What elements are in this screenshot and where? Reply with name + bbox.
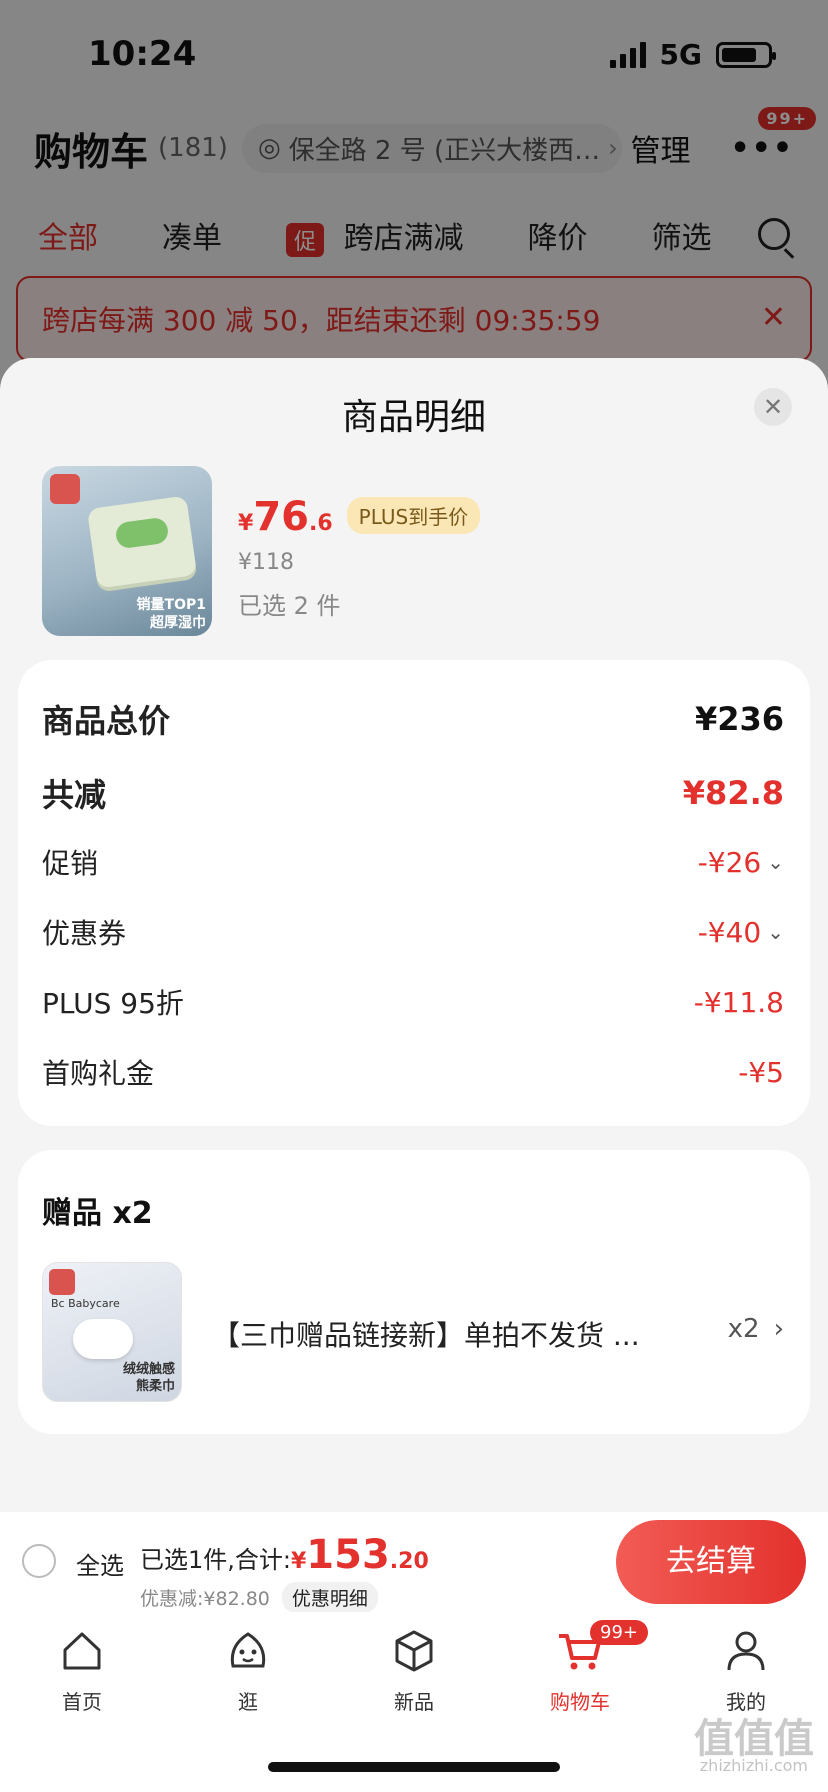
checkout-bar: 全选 已选1件,合计: ¥ 153 .20 优惠减:¥82.80 优惠明细 去结… [0,1512,828,1613]
plus-discount-row: PLUS 95折 -¥11.8 [42,985,784,1021]
brand-logo-icon [49,1269,75,1295]
product-summary: 销量TOP1 超厚湿巾 ¥ 76 .6 PLUS到手价 ¥118 已选 2 件 [42,466,786,636]
original-price: ¥118 [238,550,294,575]
chevron-down-icon: ⌄ [767,850,784,874]
plus-price-tag: PLUS到手价 [346,497,481,534]
chevron-right-icon: › [773,1314,784,1344]
tab-me[interactable]: 我的 [686,1626,806,1715]
product-image: 销量TOP1 超厚湿巾 [42,466,212,636]
gift-item-quantity[interactable]: x2 › [728,1314,784,1344]
total-line: 已选1件,合计: ¥ 153 .20 [140,1532,429,1578]
close-button[interactable]: ✕ [754,388,792,426]
user-icon [727,1631,765,1671]
polar-bear-icon [73,1319,133,1359]
cart-badge: 99+ [590,1620,648,1645]
promotion-row[interactable]: 促销 -¥26 ⌄ [42,842,784,882]
product-image-caption: 销量TOP1 超厚湿巾 [136,597,206,631]
product-price: ¥ 76 .6 PLUS到手价 [238,494,481,540]
select-all-label[interactable]: 全选 [76,1546,124,1581]
total-reduce-row: 共减 ¥82.8 [42,774,784,814]
selected-quantity: 已选 2 件 [238,592,341,620]
gift-item-name[interactable]: 【三巾赠品链接新】单拍不发货 ... [212,1314,652,1354]
select-all-checkbox[interactable] [22,1544,56,1578]
browse-face-icon [230,1632,266,1668]
home-icon [63,1632,101,1670]
discount-line: 优惠减:¥82.80 优惠明细 [140,1582,378,1613]
discount-detail-button[interactable]: 优惠明细 [281,1582,378,1613]
home-indicator [268,1762,560,1772]
brand-logo-icon [50,474,80,504]
total-price-row: 商品总价 ¥236 [42,700,784,740]
tab-new[interactable]: 新品 [354,1626,474,1715]
gifts-card: 赠品 x2 Bc Babycare 绒绒触感 熊柔巾 【三巾赠品链接新】单拍不发… [18,1150,810,1434]
box-icon [395,1630,433,1672]
sheet-title: 商品明细 [341,397,486,438]
coupon-row[interactable]: 优惠券 -¥40 ⌄ [42,912,784,952]
watermark-url: zhizhizhi.com [699,1756,808,1775]
gift-image: Bc Babycare 绒绒触感 熊柔巾 [42,1262,182,1402]
chevron-down-icon: ⌄ [767,920,784,944]
price-details-card: 商品总价 ¥236 共减 ¥82.8 促销 -¥26 ⌄ 优惠券 -¥40 ⌄ PL… [18,660,810,1126]
checkout-button[interactable]: 去结算 [616,1520,806,1604]
tab-home[interactable]: 首页 [22,1626,142,1715]
tab-browse[interactable]: 逛 [188,1626,308,1715]
tab-cart[interactable]: 99+ 购物车 [520,1620,648,1715]
gifts-title: 赠品 x2 [42,1196,153,1231]
first-purchase-row: 首购礼金 -¥5 [42,1055,784,1091]
